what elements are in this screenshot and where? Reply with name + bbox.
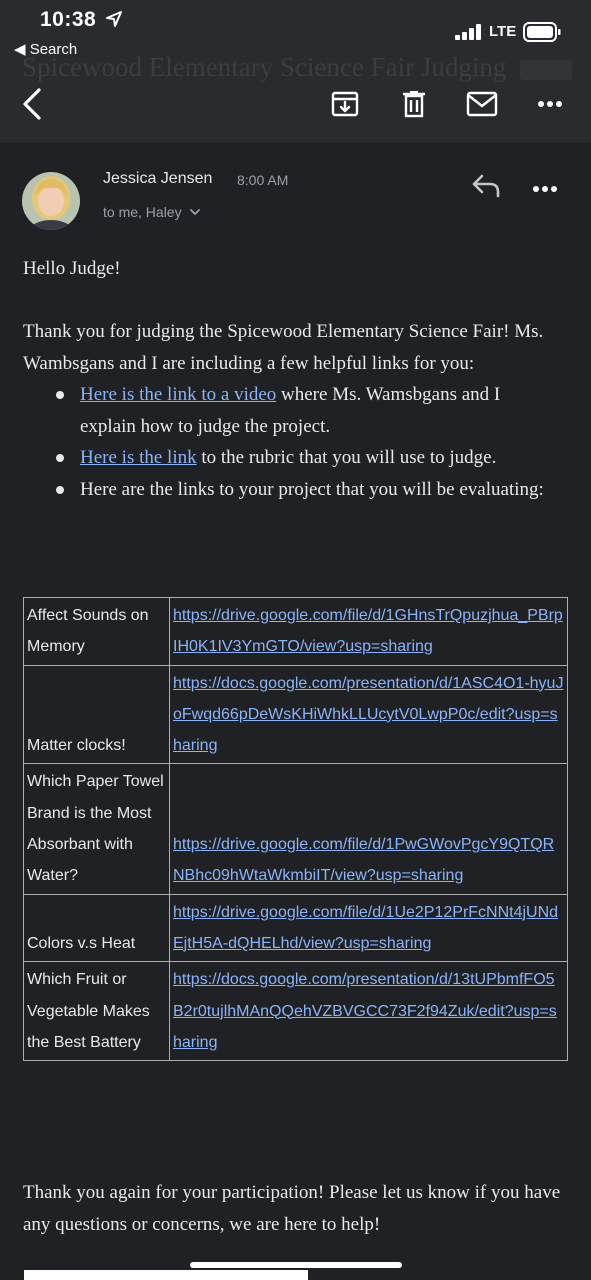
list-item: Here is the link to the rubric that you … bbox=[56, 442, 556, 474]
project-name: Matter clocks! bbox=[23, 664, 170, 765]
chevron-left-icon bbox=[23, 88, 41, 120]
table-row: Colors v.s Heat https://drive.google.com… bbox=[23, 893, 568, 963]
project-link-cell: https://docs.google.com/presentation/d/1… bbox=[169, 664, 568, 765]
label-chip bbox=[520, 59, 573, 80]
project-link-cell: https://drive.google.com/file/d/1Ue2P12P… bbox=[169, 893, 568, 963]
project-name: Which Paper Towel Brand is the Most Abso… bbox=[23, 763, 170, 895]
project-link[interactable]: https://docs.google.com/presentation/d/1… bbox=[173, 971, 557, 1051]
sent-time: 8:00 AM bbox=[237, 172, 289, 188]
table-row: Affect Sounds on Memory https://drive.go… bbox=[23, 597, 568, 666]
signal-icon bbox=[455, 24, 481, 40]
avatar-image bbox=[22, 172, 80, 230]
status-time: 10:38 bbox=[40, 8, 97, 31]
video-link[interactable]: Here is the link to a video bbox=[80, 384, 276, 405]
delete-button[interactable] bbox=[394, 84, 434, 124]
projects-table: Affect Sounds on Memory https://drive.go… bbox=[23, 597, 568, 1062]
back-button[interactable] bbox=[12, 84, 52, 124]
recipients-text: to me, Haley bbox=[103, 204, 182, 220]
bullet-text: to the rubric that you will use to judge… bbox=[196, 447, 497, 468]
subject-ghost-title: Spicewood Elementary Science Fair Judgin… bbox=[22, 46, 573, 88]
archive-button[interactable] bbox=[325, 84, 365, 124]
more-options-button[interactable] bbox=[530, 84, 570, 124]
project-name: Which Fruit or Vegetable Makes the Best … bbox=[23, 961, 170, 1062]
more-horizontal-icon bbox=[538, 101, 562, 107]
bullet-text: Here are the links to your project that … bbox=[80, 478, 544, 500]
table-row: Which Fruit or Vegetable Makes the Best … bbox=[23, 961, 568, 1062]
project-link[interactable]: https://drive.google.com/file/d/1Ue2P12P… bbox=[173, 904, 558, 952]
inline-image[interactable] bbox=[24, 1270, 308, 1280]
archive-icon bbox=[331, 91, 359, 117]
rubric-link[interactable]: Here is the link bbox=[80, 447, 197, 468]
trash-icon bbox=[403, 91, 425, 118]
intro-paragraph: Thank you for judging the Spicewood Elem… bbox=[23, 321, 544, 374]
table-row: Matter clocks! https://docs.google.com/p… bbox=[23, 664, 568, 765]
project-link[interactable]: https://docs.google.com/presentation/d/1… bbox=[173, 675, 563, 755]
bullet-list: Here is the link to a video where Ms. Wa… bbox=[56, 379, 556, 505]
recipients-toggle[interactable]: to me, Haley bbox=[103, 204, 201, 220]
project-link-cell: https://docs.google.com/presentation/d/1… bbox=[169, 961, 568, 1062]
mail-icon bbox=[466, 91, 498, 117]
home-indicator[interactable] bbox=[190, 1262, 402, 1268]
table-row: Which Paper Towel Brand is the Most Abso… bbox=[23, 763, 568, 895]
project-link-cell: https://drive.google.com/file/d/1PwGWovP… bbox=[169, 763, 568, 895]
project-link-cell: https://drive.google.com/file/d/1GHnsTrQ… bbox=[169, 597, 568, 666]
project-name: Affect Sounds on Memory bbox=[23, 597, 170, 666]
battery-icon bbox=[523, 22, 561, 42]
sender-avatar[interactable] bbox=[22, 172, 80, 230]
closing-paragraph: Thank you again for your participation! … bbox=[23, 1182, 561, 1235]
list-item: Here is the link to a video where Ms. Wa… bbox=[56, 379, 556, 442]
message-more-button[interactable] bbox=[532, 176, 568, 202]
chevron-down-icon bbox=[190, 209, 201, 215]
mark-unread-button[interactable] bbox=[462, 84, 502, 124]
project-link[interactable]: https://drive.google.com/file/d/1GHnsTrQ… bbox=[173, 607, 563, 655]
project-link[interactable]: https://drive.google.com/file/d/1PwGWovP… bbox=[173, 836, 554, 884]
reply-button[interactable] bbox=[470, 172, 506, 204]
greeting: Hello Judge! bbox=[23, 258, 121, 279]
more-horizontal-icon bbox=[533, 186, 557, 192]
sender-name: Jessica Jensen bbox=[103, 170, 213, 187]
location-arrow-icon bbox=[106, 11, 122, 27]
list-item: Here are the links to your project that … bbox=[56, 474, 556, 506]
project-name: Colors v.s Heat bbox=[23, 893, 170, 963]
reply-icon bbox=[472, 174, 500, 198]
network-type: LTE bbox=[489, 23, 517, 40]
top-app-bar: 10:38 ◀ Search LTE Spicewood Elementary … bbox=[0, 0, 591, 143]
